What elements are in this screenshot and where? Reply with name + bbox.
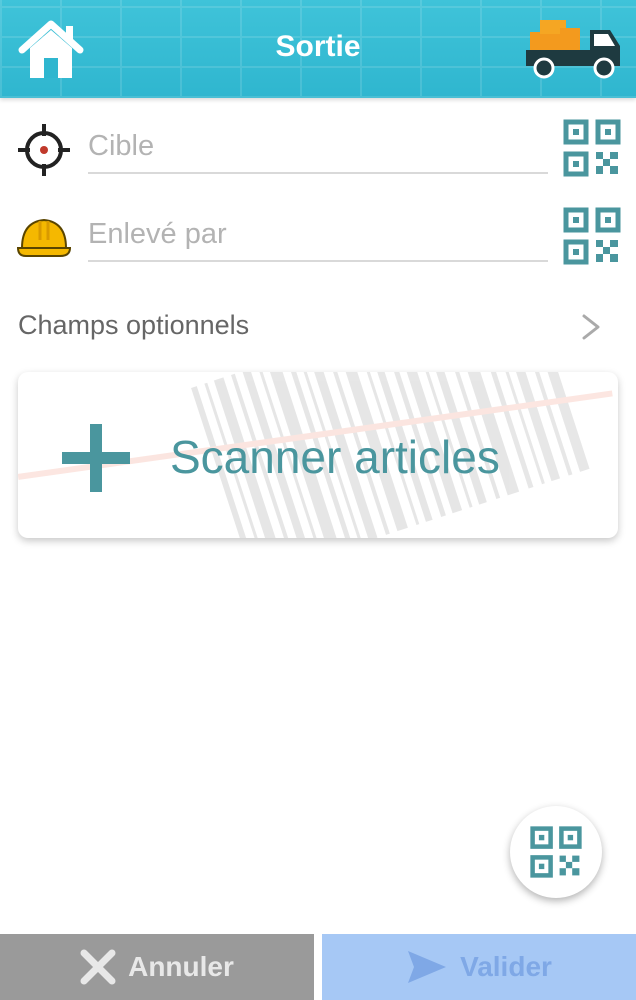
hard-hat-icon	[16, 210, 72, 266]
chevron-right-icon	[582, 314, 600, 340]
plus-icon	[62, 424, 130, 492]
validate-button[interactable]: Valider	[322, 934, 636, 1000]
picked-by-input[interactable]	[88, 208, 548, 262]
send-icon	[408, 951, 447, 983]
qr-code-icon	[563, 207, 621, 265]
scan-articles-button[interactable]: Scanner articles	[18, 372, 618, 538]
bottom-action-bar: Annuler Valider	[0, 934, 636, 1000]
qr-code-icon	[563, 119, 621, 177]
target-input[interactable]	[88, 120, 548, 174]
optional-fields-label: Champs optionnels	[18, 310, 250, 340]
optional-fields-row[interactable]: Champs optionnels	[0, 298, 636, 356]
close-icon	[80, 949, 116, 985]
truck-icon	[524, 16, 624, 82]
cancel-label: Annuler	[128, 951, 234, 982]
target-scan-button[interactable]	[562, 118, 622, 178]
target-icon	[16, 122, 72, 178]
top-bar: Sortie	[0, 0, 636, 98]
scan-articles-label: Scanner articles	[170, 431, 500, 483]
scan-fab-button[interactable]	[510, 806, 602, 898]
qr-code-icon	[530, 826, 582, 878]
target-field-row	[0, 100, 636, 188]
validate-label: Valider	[460, 951, 552, 982]
cancel-button[interactable]: Annuler	[0, 934, 314, 1000]
picked-by-scan-button[interactable]	[562, 206, 622, 266]
picked-by-field-row	[0, 188, 636, 276]
